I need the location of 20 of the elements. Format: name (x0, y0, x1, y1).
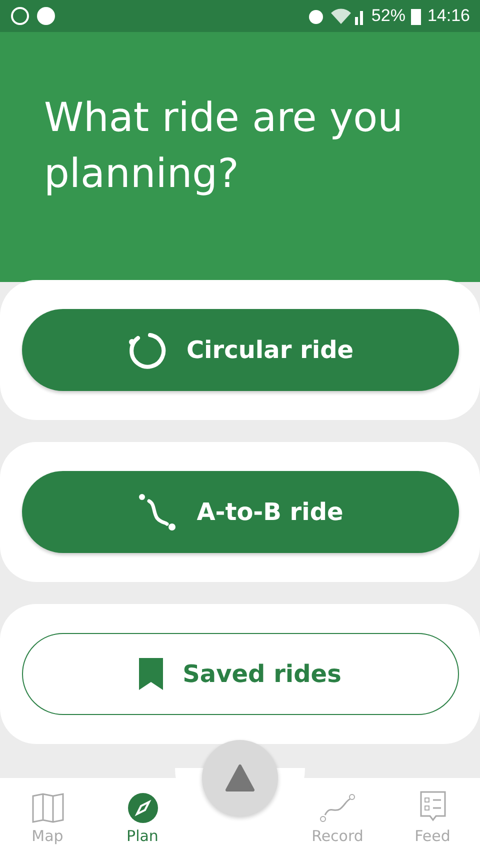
feed-icon (418, 791, 446, 823)
bookmark-icon (138, 658, 163, 690)
app-icon (36, 6, 56, 26)
signal-icon (331, 7, 366, 25)
triangle-icon (225, 764, 255, 792)
clock: 14:16 (427, 6, 470, 26)
battery-percent: 52% (371, 6, 406, 26)
loop-icon (126, 330, 166, 370)
compass-icon (128, 793, 158, 823)
route-icon (320, 793, 356, 823)
nav-tab[interactable]: Plan (95, 778, 190, 853)
route-icon (136, 492, 177, 532)
ride-option-button[interactable]: Saved rides (22, 633, 458, 715)
page-title: What ride are you planning? (44, 94, 404, 199)
map-icon (32, 793, 64, 823)
chat-icon (10, 6, 30, 26)
battery-icon (411, 7, 422, 25)
ride-option-button[interactable]: Circular ride (22, 309, 458, 391)
ride-option-button[interactable]: A-to-B ride (22, 471, 458, 553)
alarm-icon (307, 7, 326, 25)
